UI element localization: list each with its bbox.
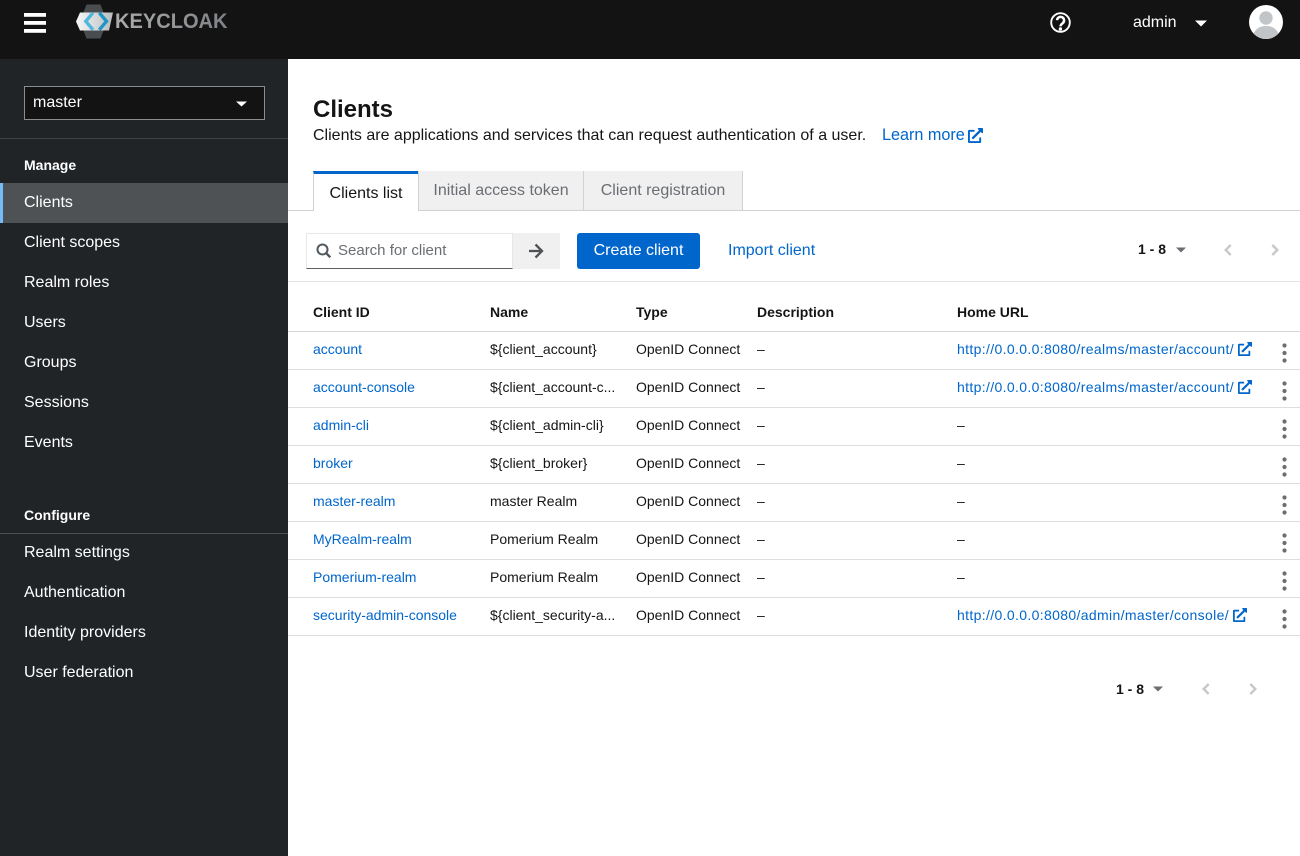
svg-text:KEYCLOAK: KEYCLOAK [115,9,228,33]
